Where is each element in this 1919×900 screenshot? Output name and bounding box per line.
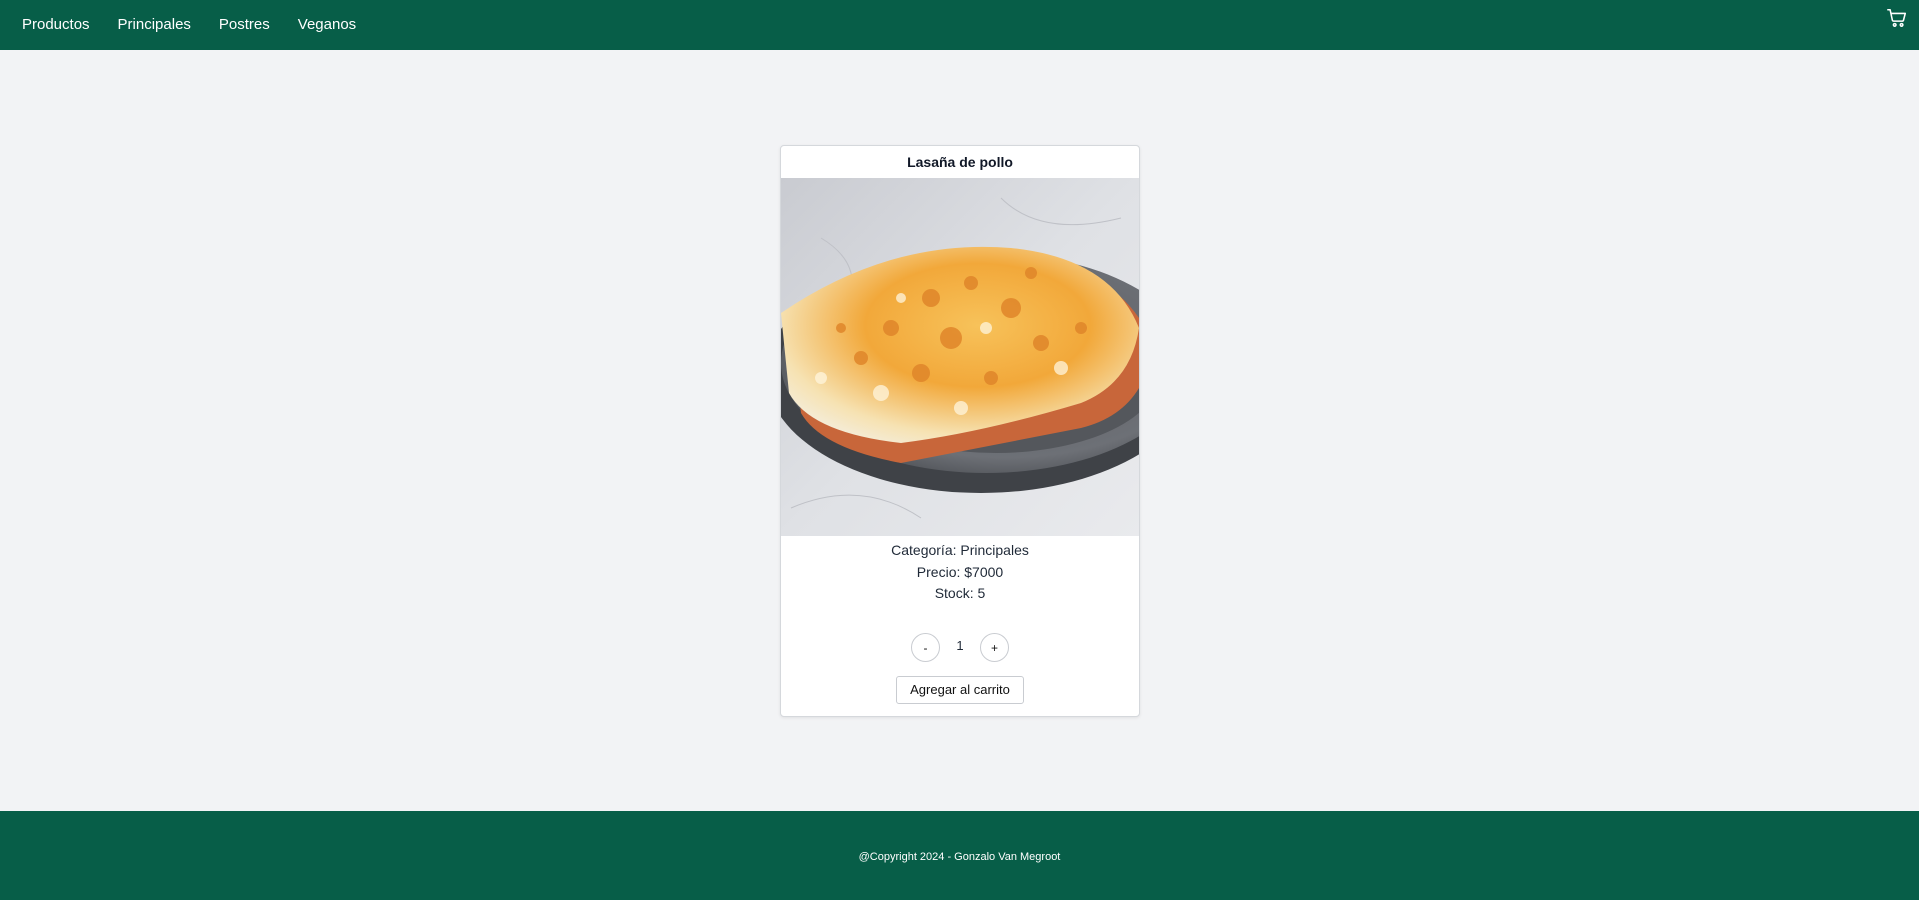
quantity-stepper: - 1 + <box>781 633 1139 663</box>
quantity-value: 1 <box>956 637 964 653</box>
decrement-button[interactable]: - <box>911 633 940 662</box>
shopping-cart-icon <box>1887 8 1907 27</box>
increment-button[interactable]: + <box>980 633 1009 662</box>
nav-link-principales[interactable]: Principales <box>118 0 191 50</box>
nav-link-productos[interactable]: Productos <box>22 0 90 50</box>
top-navbar: Productos Principales Postres Veganos <box>0 0 1919 50</box>
product-category: Categoría: Principales <box>891 542 1029 558</box>
product-stock: Stock: 5 <box>934 585 986 601</box>
product-card: Lasaña de pollo Categoría: Principales P… <box>780 145 1140 717</box>
product-image <box>781 178 1139 536</box>
copyright-text: @Copyright 2024 - Gonzalo Van Megroot <box>858 850 1061 863</box>
footer: @Copyright 2024 - Gonzalo Van Megroot <box>0 811 1919 900</box>
add-to-cart-button[interactable]: Agregar al carrito <box>896 675 1024 704</box>
nav-link-postres[interactable]: Postres <box>219 0 270 50</box>
product-title: Lasaña de pollo <box>907 154 1013 170</box>
main-content: Lasaña de pollo Categoría: Principales P… <box>0 50 1919 811</box>
nav-link-veganos[interactable]: Veganos <box>298 0 356 50</box>
nav-links: Productos Principales Postres Veganos <box>0 0 384 50</box>
product-price: Precio: $7000 <box>916 563 1004 580</box>
cart-button[interactable] <box>1885 6 1909 30</box>
product-info: Categoría: Principales Precio: $7000 Sto… <box>781 536 1139 605</box>
